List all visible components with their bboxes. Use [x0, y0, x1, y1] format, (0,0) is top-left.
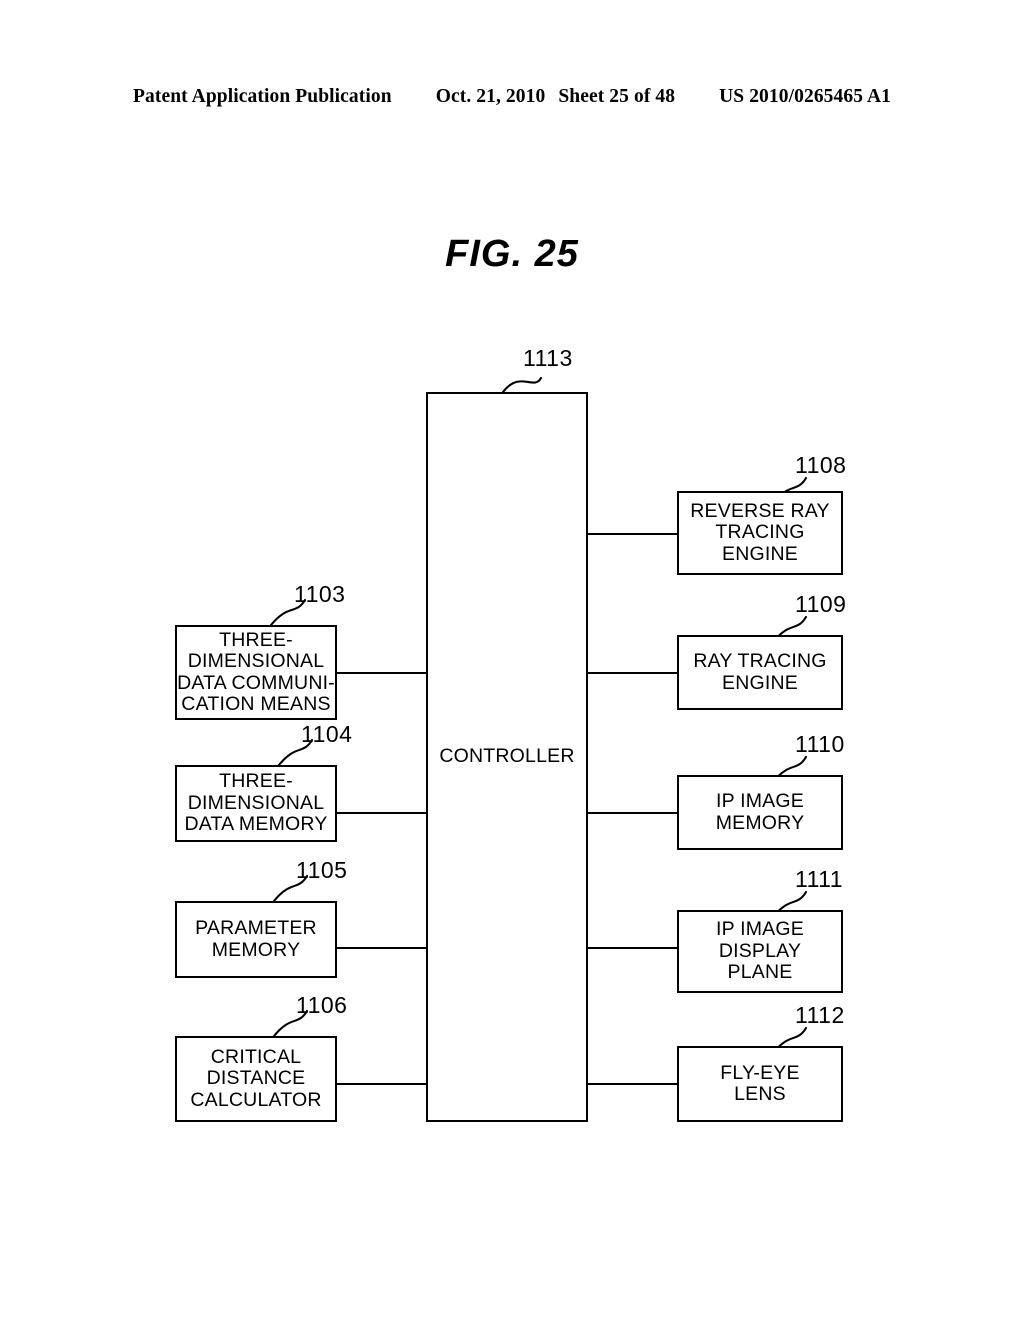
connector-1106-controller: [337, 1083, 427, 1085]
header-publication: Patent Application Publication: [133, 86, 392, 107]
block-1104-label: THREE- DIMENSIONAL DATA MEMORY: [184, 770, 328, 836]
block-1109-label: RAY TRACING ENGINE: [693, 650, 827, 694]
header-patent-number: US 2010/0265465 A1: [719, 86, 891, 107]
connector-controller-1109: [588, 672, 678, 674]
block-1106-label: CRITICAL DISTANCE CALCULATOR: [190, 1045, 322, 1111]
block-1103-label: THREE- DIMENSIONAL DATA COMMUNI- CATION …: [177, 628, 335, 715]
block-three-dimensional-data-memory[interactable]: THREE- DIMENSIONAL DATA MEMORY: [175, 765, 337, 842]
block-critical-distance-calculator[interactable]: CRITICAL DISTANCE CALCULATOR: [175, 1036, 337, 1122]
block-three-dimensional-data-communication-means[interactable]: THREE- DIMENSIONAL DATA COMMUNI- CATION …: [175, 625, 337, 720]
block-controller[interactable]: CONTROLLER: [426, 392, 588, 1122]
block-1111-label: IP IMAGE DISPLAY PLANE: [716, 918, 804, 984]
reference-numeral-1111: 1111: [795, 866, 844, 892]
reference-numeral-1113: 1113: [523, 345, 573, 371]
block-reverse-ray-tracing-engine[interactable]: REVERSE RAY TRACING ENGINE: [677, 491, 843, 575]
block-ip-image-display-plane[interactable]: IP IMAGE DISPLAY PLANE: [677, 910, 843, 993]
connector-controller-1108: [588, 533, 678, 535]
reference-numeral-1106: 1106: [296, 992, 348, 1018]
block-1108-label: REVERSE RAY TRACING ENGINE: [690, 499, 830, 565]
block-controller-label: CONTROLLER: [439, 745, 575, 768]
reference-numeral-1105: 1105: [296, 857, 348, 883]
block-1105-label: PARAMETER MEMORY: [195, 917, 317, 961]
block-parameter-memory[interactable]: PARAMETER MEMORY: [175, 901, 337, 978]
block-fly-eye-lens[interactable]: FLY-EYE LENS: [677, 1046, 843, 1122]
block-ray-tracing-engine[interactable]: RAY TRACING ENGINE: [677, 635, 843, 710]
connector-controller-1111: [588, 947, 678, 949]
header-sheet: Sheet 25 of 48: [558, 86, 676, 107]
connector-1103-controller: [337, 672, 427, 674]
reference-numeral-1104: 1104: [301, 721, 353, 747]
header-date: Oct. 21, 2010: [435, 86, 546, 107]
block-ip-image-memory[interactable]: IP IMAGE MEMORY: [677, 775, 843, 850]
reference-numeral-1110: 1110: [795, 731, 845, 757]
patent-figure-page: Patent Application Publication Oct. 21, …: [0, 0, 1024, 1320]
page-header: Patent Application Publication Oct. 21, …: [0, 86, 1024, 108]
connector-controller-1112: [588, 1083, 678, 1085]
block-1110-label: IP IMAGE MEMORY: [715, 790, 805, 834]
connector-controller-1110: [588, 812, 678, 814]
connector-1104-controller: [337, 812, 427, 814]
reference-numeral-1103: 1103: [294, 581, 346, 607]
figure-title: FIG. 25: [445, 233, 579, 275]
block-1112-label: FLY-EYE LENS: [720, 1061, 800, 1105]
connector-1105-controller: [337, 947, 427, 949]
reference-numeral-1108: 1108: [795, 452, 847, 478]
reference-numeral-1112: 1112: [795, 1002, 845, 1028]
reference-numeral-1109: 1109: [795, 591, 847, 617]
